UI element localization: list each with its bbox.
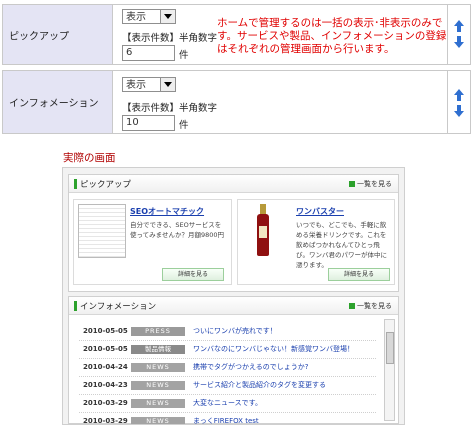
news-category-badge: NEWS (131, 381, 185, 390)
pickup-count-label: 【表示件数】半角数字 (122, 33, 218, 44)
news-row: 2010-03-29 NEWS まっくFIREFOX test (79, 413, 376, 425)
pickup-card-seo: SEOオートマチック 自分でできる、SEOサービスを使ってみませんか？月額980… (73, 199, 232, 285)
news-date: 2010-04-23 (83, 381, 128, 389)
news-category-badge: PRESS (131, 327, 185, 336)
news-category-badge: 製品情報 (131, 345, 185, 354)
arrow-icon (349, 181, 355, 187)
move-up-icon[interactable] (454, 89, 464, 101)
header-accent-bar (74, 179, 77, 189)
preview-caption: 実際の画面 (63, 152, 116, 164)
drink-bottle-image (256, 204, 270, 258)
seo-thumbnail-image (78, 204, 126, 258)
info-more-link[interactable]: 一覧を見る (349, 301, 392, 311)
preview-screenshot: ピックアップ 一覧を見る SEOオートマチック 自分でできる、SEOサービスを使… (62, 167, 405, 425)
move-down-icon[interactable] (454, 105, 464, 117)
news-date: 2010-05-05 (83, 327, 128, 335)
info-setting-row: インフォメーション 表示 【表示件数】半角数字 10 件 (2, 70, 471, 134)
pickup-count-unit: 件 (179, 50, 189, 61)
news-link[interactable]: ワンバなのにワンバじゃない！新感覚ワンバ登場！ (193, 344, 354, 354)
wanbuster-detail-button[interactable]: 詳細を見る (328, 268, 390, 281)
pickup-card-wanbuster: ワンバスター いつでも、どこでも、手軽に飲める栄養ドリンクです。これを飲めばつか… (237, 199, 395, 285)
news-link[interactable]: ついにワンバが売れです！ (193, 326, 277, 336)
pickup-more-link[interactable]: 一覧を見る (349, 179, 392, 189)
pickup-panel-title: ピックアップ (80, 180, 132, 190)
news-date: 2010-05-05 (83, 345, 128, 353)
pickup-display-select[interactable]: 表示 (122, 9, 176, 24)
news-date: 2010-03-29 (83, 399, 128, 407)
info-display-select[interactable]: 表示 (122, 77, 176, 92)
info-panel: インフォメーション 一覧を見る 2010-05-05 PRESS ついにワンバが… (68, 296, 399, 424)
info-scrollbar[interactable] (384, 319, 395, 421)
news-row: 2010-05-05 PRESS ついにワンバが売れです！ (79, 323, 376, 341)
seo-card-body: 自分でできる、SEOサービスを使ってみませんか？月額9800円 (130, 221, 225, 239)
info-count-input[interactable]: 10 (122, 115, 175, 131)
news-category-badge: NEWS (131, 399, 185, 408)
info-count-unit: 件 (179, 120, 189, 131)
management-note: ホームで管理するのは一括の表示･非表示のみです。サービスや製品、インフォメーショ… (217, 17, 447, 55)
pickup-count-input[interactable]: 6 (122, 45, 175, 61)
news-link[interactable]: 大変なニュースです。 (193, 398, 262, 408)
pickup-display-value: 表示 (126, 12, 146, 23)
news-date: 2010-03-29 (83, 417, 128, 425)
wanbuster-card-title[interactable]: ワンバスター (296, 206, 344, 217)
news-link[interactable]: 携帯でタグがつかえるのでしょうか? (193, 362, 309, 372)
info-order-cell (447, 71, 470, 133)
info-label: インフォメーション (9, 98, 99, 110)
arrow-icon (349, 303, 355, 309)
pickup-panel-header: ピックアップ 一覧を見る (69, 175, 398, 193)
chevron-down-icon (160, 10, 175, 23)
seo-detail-button[interactable]: 詳細を見る (162, 268, 224, 281)
chevron-down-icon (160, 78, 175, 91)
pickup-panel: ピックアップ 一覧を見る SEOオートマチック 自分でできる、SEOサービスを使… (68, 174, 399, 292)
info-label-cell: インフォメーション (3, 71, 113, 133)
pickup-label-cell: ピックアップ (3, 5, 113, 64)
news-category-badge: NEWS (131, 363, 185, 372)
news-category-badge: NEWS (131, 417, 185, 424)
header-accent-bar (74, 301, 77, 311)
news-date: 2010-04-24 (83, 363, 128, 371)
news-row: 2010-03-29 NEWS 大変なニュースです。 (79, 395, 376, 413)
news-row: 2010-04-23 NEWS サービス紹介と製品紹介のタグを変更する (79, 377, 376, 395)
move-up-icon[interactable] (454, 20, 464, 32)
wanbuster-card-body: いつでも、どこでも、手軽に飲める栄養ドリンクです。これを飲めばつかれなんてひとっ… (296, 221, 387, 269)
news-row: 2010-04-24 NEWS 携帯でタグがつかえるのでしょうか? (79, 359, 376, 377)
news-row: 2010-05-05 製品情報 ワンバなのにワンバじゃない！新感覚ワンバ登場！ (79, 341, 376, 359)
scrollbar-thumb[interactable] (386, 332, 394, 364)
pickup-order-cell (447, 5, 470, 64)
info-panel-header: インフォメーション 一覧を見る (69, 297, 398, 315)
news-link[interactable]: サービス紹介と製品紹介のタグを変更する (193, 380, 326, 390)
pickup-label: ピックアップ (9, 31, 69, 42)
info-count-label: 【表示件数】半角数字 (122, 103, 218, 114)
move-down-icon[interactable] (454, 36, 464, 48)
info-panel-title: インフォメーション (80, 302, 157, 312)
pickup-more-label: 一覧を見る (357, 180, 392, 188)
news-link[interactable]: まっくFIREFOX test (193, 416, 259, 424)
pickup-setting-row: ピックアップ 表示 【表示件数】半角数字 6 件 ホームで管理するのは一括の表示… (2, 4, 471, 65)
seo-card-title[interactable]: SEOオートマチック (130, 206, 204, 217)
info-display-value: 表示 (126, 80, 146, 91)
info-more-label: 一覧を見る (357, 302, 392, 310)
